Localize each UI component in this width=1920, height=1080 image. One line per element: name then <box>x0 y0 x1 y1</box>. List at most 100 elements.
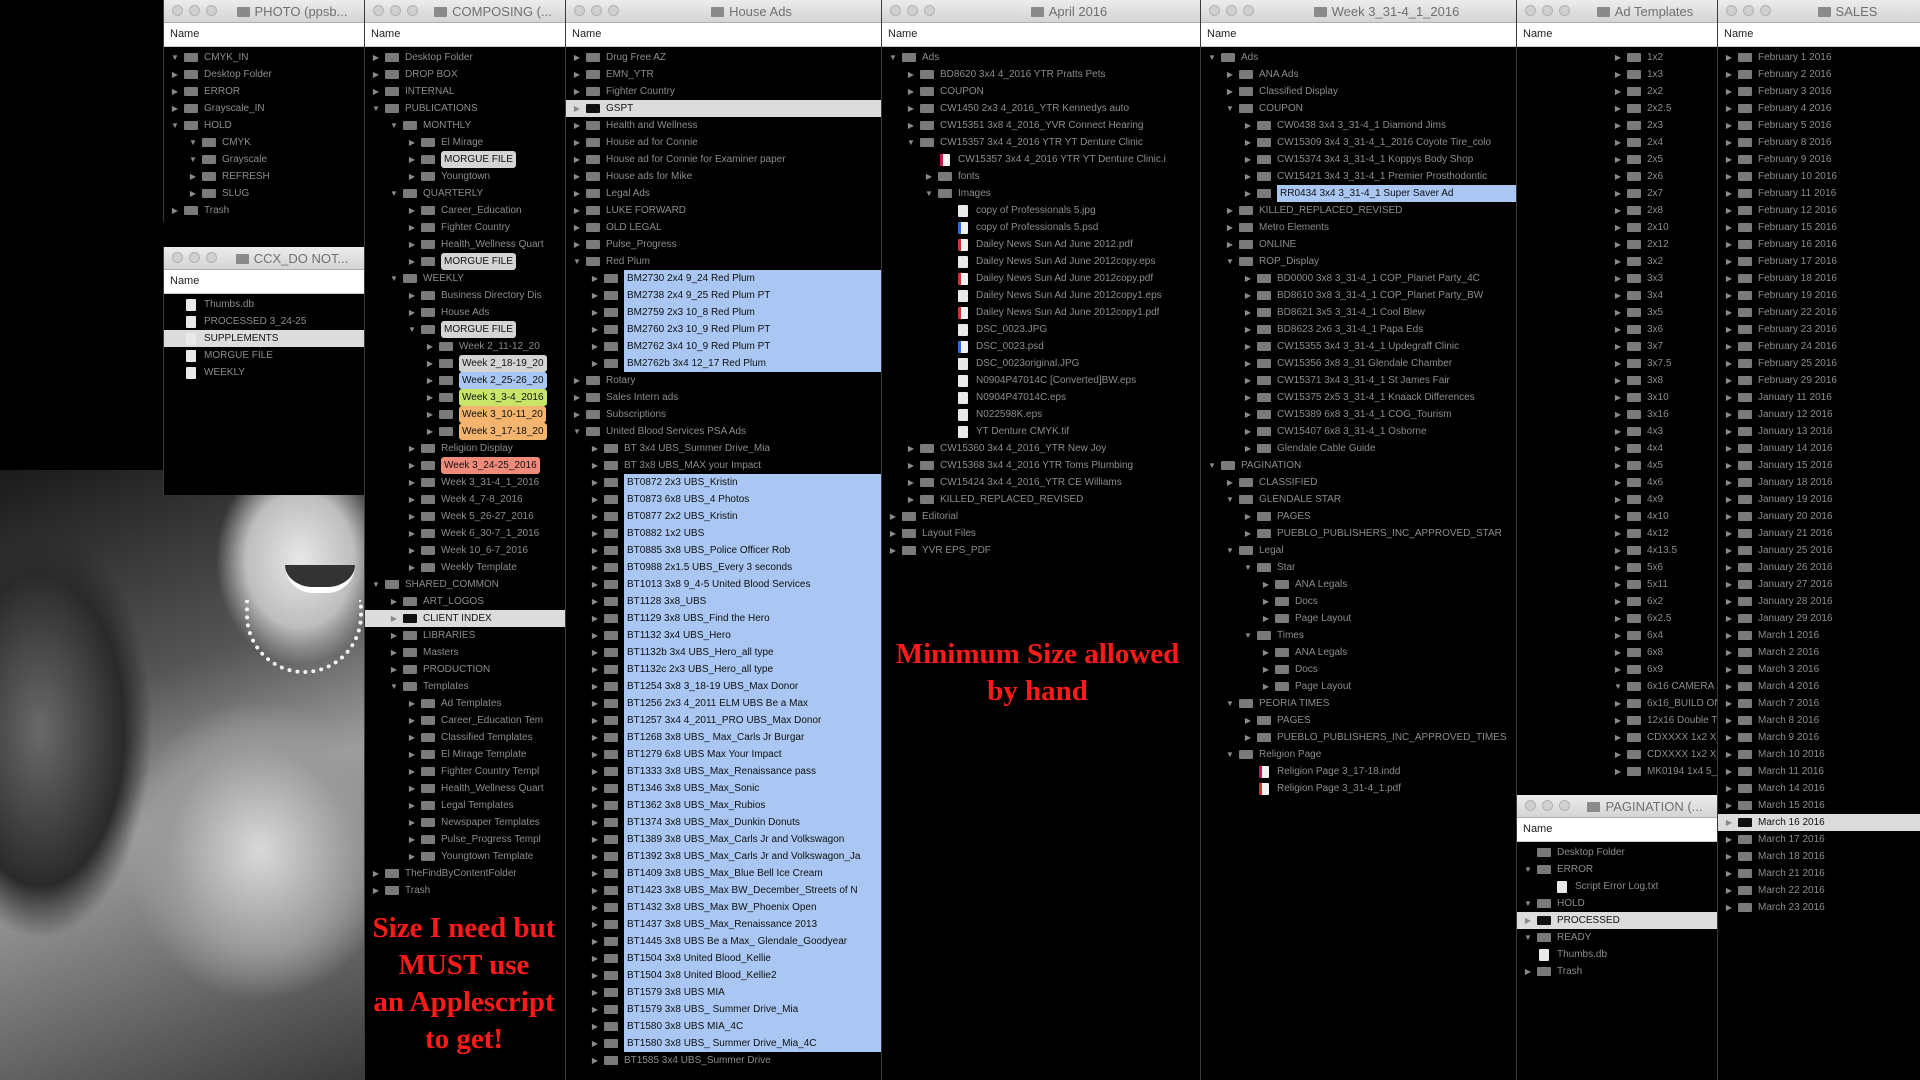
file-row[interactable]: ▶ 4x4 <box>1517 440 1717 457</box>
disclosure-closed-icon[interactable]: ▶ <box>407 304 417 321</box>
zoom-button[interactable] <box>1559 800 1570 811</box>
file-row[interactable]: ▶ Career_Education Tem <box>365 712 565 729</box>
disclosure-closed-icon[interactable]: ▶ <box>1225 236 1235 253</box>
file-row[interactable]: ▶ January 28 2016 <box>1718 593 1920 610</box>
file-row[interactable]: ▶ CW15355 3x4 3_31-4_1 Updegraff Clinic <box>1201 338 1516 355</box>
close-button[interactable] <box>172 252 183 263</box>
disclosure-closed-icon[interactable]: ▶ <box>1613 508 1623 525</box>
disclosure-open-icon[interactable]: ▼ <box>389 117 399 134</box>
file-row[interactable]: ▶ Week 6_30-7_1_2016 <box>365 525 565 542</box>
disclosure-closed-icon[interactable]: ▶ <box>1523 963 1533 980</box>
minimize-button[interactable] <box>390 5 401 16</box>
disclosure-closed-icon[interactable]: ▶ <box>407 525 417 542</box>
file-row[interactable]: ▶ BT1129 3x8 UBS_Find the Hero <box>566 610 881 627</box>
file-row[interactable]: ▶ BT1268 3x8 UBS_ Max_Carls Jr Burgar <box>566 729 881 746</box>
disclosure-closed-icon[interactable]: ▶ <box>590 304 600 321</box>
file-row[interactable]: ▶ Trash <box>1517 963 1717 980</box>
disclosure-closed-icon[interactable]: ▶ <box>906 83 916 100</box>
disclosure-closed-icon[interactable]: ▶ <box>888 525 898 542</box>
file-row[interactable]: ▶ 6x16_BUILD ONLY <box>1517 695 1717 712</box>
disclosure-closed-icon[interactable]: ▶ <box>1243 168 1253 185</box>
close-button[interactable] <box>172 5 183 16</box>
disclosure-closed-icon[interactable]: ▶ <box>590 661 600 678</box>
disclosure-closed-icon[interactable]: ▶ <box>1225 83 1235 100</box>
disclosure-closed-icon[interactable]: ▶ <box>1724 287 1734 304</box>
disclosure-closed-icon[interactable]: ▶ <box>906 491 916 508</box>
file-row[interactable]: ▶ January 26 2016 <box>1718 559 1920 576</box>
disclosure-closed-icon[interactable]: ▶ <box>1724 355 1734 372</box>
file-row[interactable]: ▶ March 17 2016 <box>1718 831 1920 848</box>
file-row[interactable]: ▶ Glendale Cable Guide <box>1201 440 1516 457</box>
disclosure-closed-icon[interactable]: ▶ <box>906 117 916 134</box>
disclosure-open-icon[interactable]: ▼ <box>1207 457 1217 474</box>
finder-window-april[interactable]: April 2016 Name ▼ Ads ▶ BD8620 3x4 4_2016 YTR… <box>881 0 1201 1080</box>
file-row[interactable]: ▶ DROP BOX <box>365 66 565 83</box>
disclosure-closed-icon[interactable]: ▶ <box>1724 185 1734 202</box>
disclosure-closed-icon[interactable]: ▶ <box>1613 406 1623 423</box>
file-row[interactable]: ▶ Week 2_25-26_20 <box>365 372 565 389</box>
window-titlebar[interactable]: COMPOSING (... <box>365 0 565 23</box>
disclosure-closed-icon[interactable]: ▶ <box>407 287 417 304</box>
file-row[interactable]: ▶ ANA Legals <box>1201 644 1516 661</box>
disclosure-closed-icon[interactable]: ▶ <box>371 49 381 66</box>
zoom-button[interactable] <box>1559 5 1570 16</box>
disclosure-closed-icon[interactable]: ▶ <box>1613 610 1623 627</box>
file-row[interactable]: ▼ Red Plum <box>566 253 881 270</box>
file-row[interactable]: ▶ BT1362 3x8 UBS_Max_Rubios <box>566 797 881 814</box>
disclosure-closed-icon[interactable]: ▶ <box>1243 712 1253 729</box>
disclosure-closed-icon[interactable]: ▶ <box>590 576 600 593</box>
disclosure-closed-icon[interactable]: ▶ <box>1613 389 1623 406</box>
file-row[interactable]: Dailey News Sun Ad June 2012copy.pdf <box>882 270 1200 287</box>
file-row[interactable]: Dailey News Sun Ad June 2012copy1.pdf <box>882 304 1200 321</box>
disclosure-closed-icon[interactable]: ▶ <box>1724 253 1734 270</box>
file-row[interactable]: ▶ House ad for Connie <box>566 134 881 151</box>
disclosure-closed-icon[interactable]: ▶ <box>1613 66 1623 83</box>
disclosure-closed-icon[interactable]: ▶ <box>572 134 582 151</box>
disclosure-closed-icon[interactable]: ▶ <box>590 746 600 763</box>
file-row[interactable]: ▶ CW15368 3x4 4_2016 YTR Toms Plumbing <box>882 457 1200 474</box>
disclosure-closed-icon[interactable]: ▶ <box>1613 83 1623 100</box>
file-row[interactable]: ▶ 1x2 <box>1517 49 1717 66</box>
disclosure-closed-icon[interactable]: ▶ <box>906 474 916 491</box>
file-row[interactable]: Thumbs.db <box>164 296 364 313</box>
disclosure-open-icon[interactable]: ▼ <box>371 576 381 593</box>
close-button[interactable] <box>574 5 585 16</box>
file-row[interactable]: ▶ Trash <box>164 202 364 219</box>
disclosure-closed-icon[interactable]: ▶ <box>1724 661 1734 678</box>
file-row[interactable]: ▶ Fighter Country <box>566 83 881 100</box>
disclosure-closed-icon[interactable]: ▶ <box>1724 576 1734 593</box>
disclosure-closed-icon[interactable]: ▶ <box>888 542 898 559</box>
disclosure-closed-icon[interactable]: ▶ <box>407 253 417 270</box>
file-row[interactable]: ▶ BT1504 3x8 United Blood_Kellie2 <box>566 967 881 984</box>
file-row[interactable]: ▼ HOLD <box>1517 895 1717 912</box>
file-row[interactable]: ▶ Career_Education <box>365 202 565 219</box>
disclosure-open-icon[interactable]: ▼ <box>170 49 180 66</box>
file-row[interactable]: ▶ Legal Ads <box>566 185 881 202</box>
file-row[interactable]: copy of Professionals 5.jpg <box>882 202 1200 219</box>
file-row[interactable]: ▶ CW15371 3x4 3_31-4_1 St James Fair <box>1201 372 1516 389</box>
close-button[interactable] <box>373 5 384 16</box>
file-row[interactable]: ▶ 3x7.5 <box>1517 355 1717 372</box>
disclosure-closed-icon[interactable]: ▶ <box>389 644 399 661</box>
file-row[interactable]: ▶ 4x3 <box>1517 423 1717 440</box>
file-row[interactable]: ▶ 4x13.5 <box>1517 542 1717 559</box>
disclosure-closed-icon[interactable]: ▶ <box>407 219 417 236</box>
disclosure-closed-icon[interactable]: ▶ <box>407 746 417 763</box>
disclosure-closed-icon[interactable]: ▶ <box>1724 338 1734 355</box>
file-row[interactable]: ▶ CW15360 3x4 4_2016_YTR New Joy <box>882 440 1200 457</box>
file-row[interactable]: ▶ March 15 2016 <box>1718 797 1920 814</box>
file-row[interactable]: ▶ BM2762b 3x4 12_17 Red Plum <box>566 355 881 372</box>
file-row[interactable]: ▶ OLD LEGAL <box>566 219 881 236</box>
file-row[interactable]: ▶ 3x10 <box>1517 389 1717 406</box>
disclosure-closed-icon[interactable]: ▶ <box>1613 49 1623 66</box>
file-row[interactable]: ▶ 4x9 <box>1517 491 1717 508</box>
file-row[interactable]: ▶ Health_Wellness Quart <box>365 780 565 797</box>
file-row[interactable]: ▼ CMYK_IN <box>164 49 364 66</box>
disclosure-closed-icon[interactable]: ▶ <box>1724 610 1734 627</box>
disclosure-closed-icon[interactable]: ▶ <box>1613 423 1623 440</box>
file-row[interactable]: ▶ BT1013 3x8 9_4-5 United Blood Services <box>566 576 881 593</box>
file-row[interactable]: ▶ 3x3 <box>1517 270 1717 287</box>
file-row[interactable]: ▶ 6x2 <box>1517 593 1717 610</box>
disclosure-closed-icon[interactable]: ▶ <box>906 457 916 474</box>
file-row[interactable]: ▼ Times <box>1201 627 1516 644</box>
